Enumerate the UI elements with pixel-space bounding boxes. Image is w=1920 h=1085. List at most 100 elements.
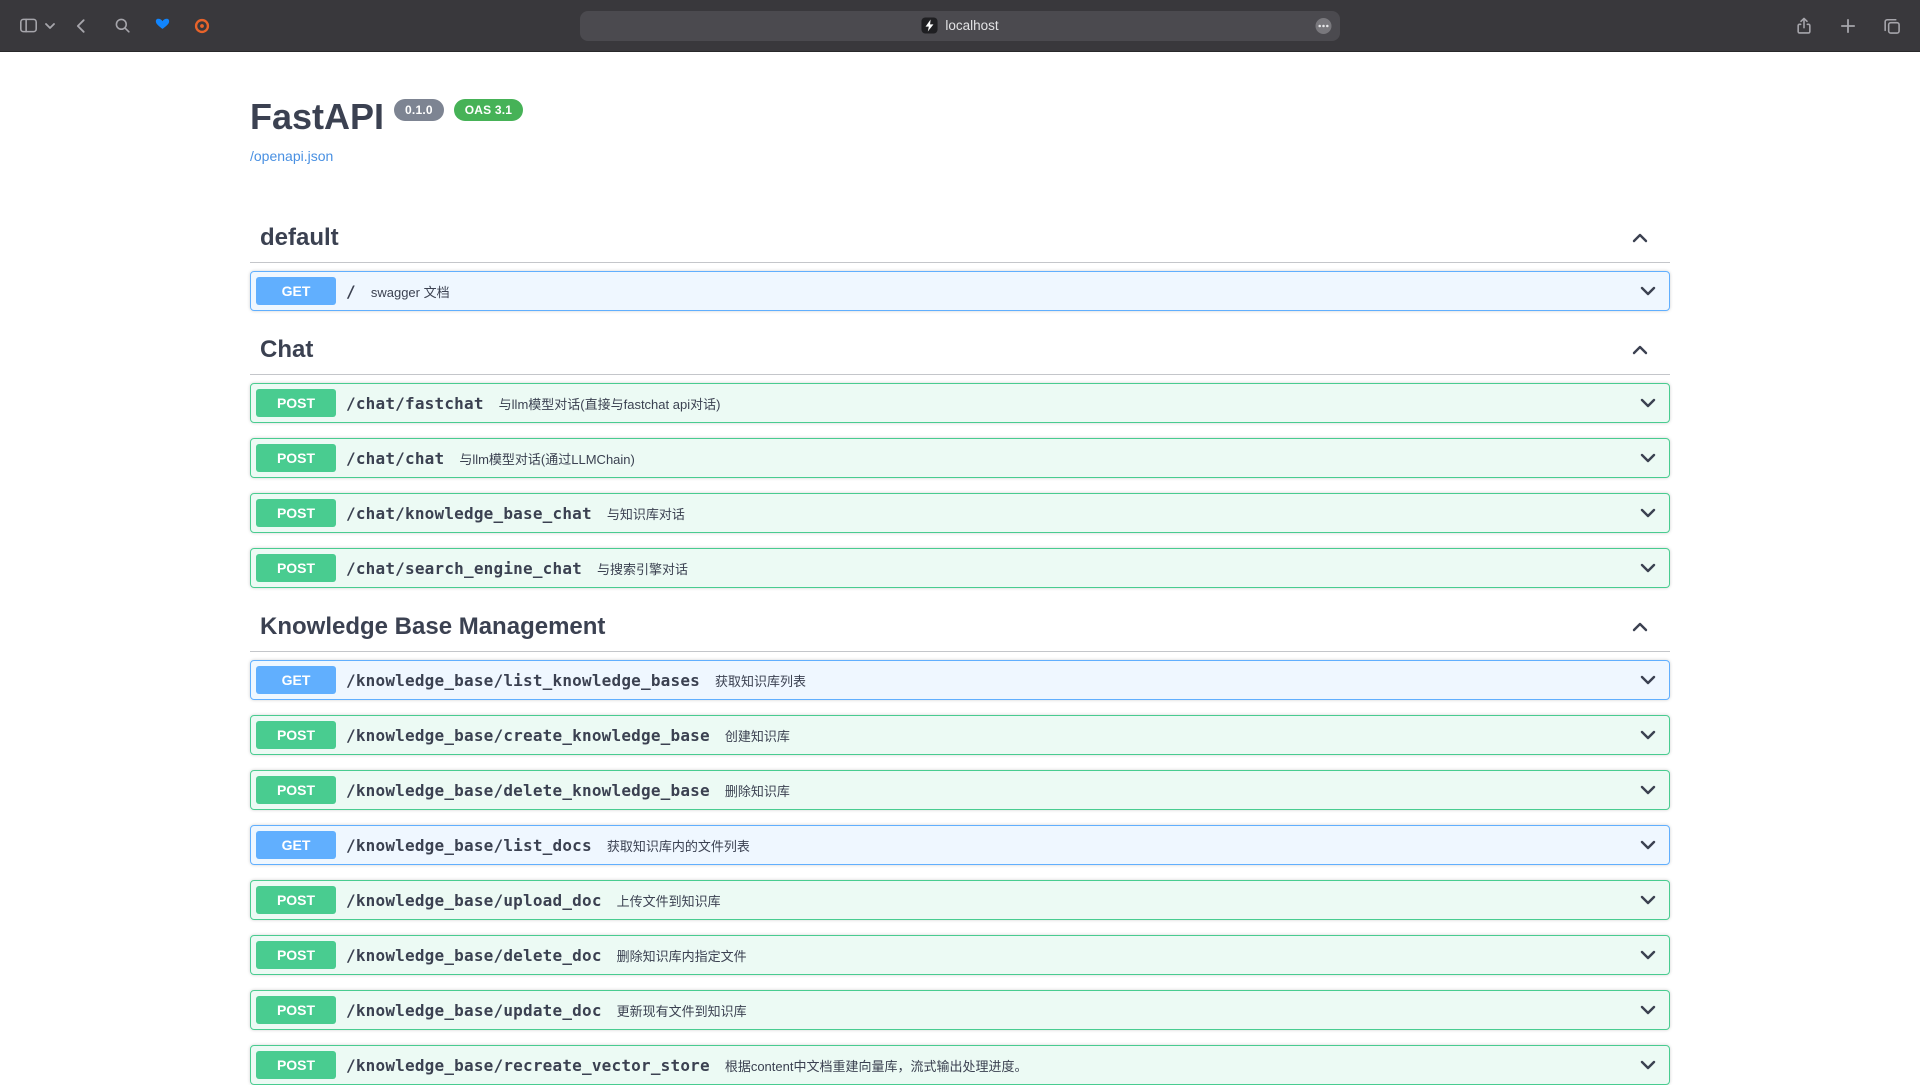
operation-path: /knowledge_base/delete_doc [336,946,612,965]
sections-container: default GET/swagger 文档 Chat POST/chat/fastc… [250,214,1670,1085]
search-icon[interactable] [108,12,136,40]
expand-operation-icon[interactable] [1638,835,1658,855]
method-badge: POST [256,444,336,472]
collapse-section-icon[interactable] [1630,617,1650,637]
section-title: Chat [260,336,1630,364]
operation-summary: 获取知识库列表 [710,671,1638,690]
method-badge: GET [256,277,336,305]
operation-summary: 删除知识库内指定文件 [612,946,1638,965]
section-header-chat[interactable]: Chat [250,326,1670,375]
method-badge: POST [256,1051,336,1079]
method-badge: GET [256,831,336,859]
operation-path: /knowledge_base/list_knowledge_bases [336,671,710,690]
operation-summary: 获取知识库内的文件列表 [602,836,1638,855]
expand-operation-icon[interactable] [1638,725,1658,745]
url-text: localhost [945,18,998,33]
section-title: default [260,224,1630,252]
operation-summary: 根据content中文档重建向量库，流式输出处理进度。 [720,1056,1638,1075]
expand-operation-icon[interactable] [1638,890,1658,910]
version-badge: 0.1.0 [394,99,444,121]
operation-summary: 与llm模型对话(通过LLMChain) [454,449,1638,468]
operation-summary: 上传文件到知识库 [612,891,1638,910]
operation-row-postchat-fastchat[interactable]: POST/chat/fastchat与llm模型对话(直接与fastchat a… [250,383,1670,423]
expand-operation-icon[interactable] [1638,780,1658,800]
operation-path: /chat/search_engine_chat [336,559,592,578]
operations-list: POST/chat/fastchat与llm模型对话(直接与fastchat a… [250,375,1670,588]
method-badge: POST [256,554,336,582]
method-badge: POST [256,499,336,527]
operation-row-postchat-chat[interactable]: POST/chat/chat与llm模型对话(通过LLMChain) [250,438,1670,478]
api-title-text: FastAPI [250,96,384,138]
method-badge: POST [256,389,336,417]
fastapi-favicon-icon [921,17,938,34]
operation-row-postknowledge-base-update-doc[interactable]: POST/knowledge_base/update_doc更新现有文件到知识库 [250,990,1670,1030]
expand-operation-icon[interactable] [1638,945,1658,965]
back-icon[interactable] [68,12,96,40]
page-title: FastAPI 0.1.0 OAS 3.1 [250,96,1670,138]
section-header-default[interactable]: default [250,214,1670,263]
operation-row-postchat-knowledge-base-chat[interactable]: POST/chat/knowledge_base_chat与知识库对话 [250,493,1670,533]
api-info: FastAPI 0.1.0 OAS 3.1 /openapi.json [250,96,1670,166]
expand-operation-icon[interactable] [1638,1000,1658,1020]
operation-row-postknowledge-base-delete-doc[interactable]: POST/knowledge_base/delete_doc删除知识库内指定文件 [250,935,1670,975]
expand-operation-icon[interactable] [1638,558,1658,578]
operation-row-postknowledge-base-upload-doc[interactable]: POST/knowledge_base/upload_doc上传文件到知识库 [250,880,1670,920]
api-tag-section-chat: Chat POST/chat/fastchat与llm模型对话(直接与fastch… [250,326,1670,588]
expand-operation-icon[interactable] [1638,281,1658,301]
chevron-down-icon[interactable] [44,12,56,40]
expand-operation-icon[interactable] [1638,393,1658,413]
operation-summary: 创建知识库 [720,726,1638,745]
operation-path: /chat/fastchat [336,394,494,413]
operation-path: /knowledge_base/list_docs [336,836,602,855]
operation-row-postknowledge-base-recreate-vector-store[interactable]: POST/knowledge_base/recreate_vector_stor… [250,1045,1670,1085]
operation-path: /knowledge_base/recreate_vector_store [336,1056,720,1075]
new-tab-icon[interactable] [1834,12,1862,40]
openapi-json-link[interactable]: /openapi.json [250,148,333,164]
operation-row-postknowledge-base-create-knowledge-base[interactable]: POST/knowledge_base/create_knowledge_bas… [250,715,1670,755]
operation-row-get[interactable]: GET/swagger 文档 [250,271,1670,311]
collapse-section-icon[interactable] [1630,228,1650,248]
operations-list: GET/swagger 文档 [250,263,1670,311]
page-settings-icon[interactable] [1315,17,1332,34]
operation-summary: swagger 文档 [366,282,1638,301]
operation-path: /knowledge_base/create_knowledge_base [336,726,720,745]
operation-path: /chat/knowledge_base_chat [336,504,602,523]
tab-overview-icon[interactable] [1878,12,1906,40]
operations-list: GET/knowledge_base/list_knowledge_bases获… [250,652,1670,1085]
sidebar-toggle-icon[interactable] [14,12,42,40]
api-tag-section-knowledge-base-management: Knowledge Base Management GET/knowledge_b… [250,603,1670,1085]
section-header-knowledge-base-management[interactable]: Knowledge Base Management [250,603,1670,652]
method-badge: GET [256,666,336,694]
operation-row-getknowledge-base-list-docs[interactable]: GET/knowledge_base/list_docs获取知识库内的文件列表 [250,825,1670,865]
expand-operation-icon[interactable] [1638,670,1658,690]
bluesky-app-icon[interactable] [148,12,176,40]
operation-row-postknowledge-base-delete-knowledge-base[interactable]: POST/knowledge_base/delete_knowledge_bas… [250,770,1670,810]
operation-row-postchat-search-engine-chat[interactable]: POST/chat/search_engine_chat与搜索引擎对话 [250,548,1670,588]
swagger-ui-page: FastAPI 0.1.0 OAS 3.1 /openapi.json defa… [230,96,1690,1085]
method-badge: POST [256,941,336,969]
oas-badge: OAS 3.1 [454,99,523,121]
operation-summary: 与搜索引擎对话 [592,559,1638,578]
expand-operation-icon[interactable] [1638,503,1658,523]
toolbar-left-group [14,12,216,40]
record-app-icon[interactable] [188,12,216,40]
operation-path: /chat/chat [336,449,454,468]
operation-row-getknowledge-base-list-knowledge-bases[interactable]: GET/knowledge_base/list_knowledge_bases获… [250,660,1670,700]
expand-operation-icon[interactable] [1638,448,1658,468]
operation-path: /knowledge_base/upload_doc [336,891,612,910]
method-badge: POST [256,886,336,914]
operation-summary: 删除知识库 [720,781,1638,800]
method-badge: POST [256,776,336,804]
method-badge: POST [256,996,336,1024]
collapse-section-icon[interactable] [1630,340,1650,360]
api-tag-section-default: default GET/swagger 文档 [250,214,1670,311]
address-bar[interactable]: localhost [580,11,1340,41]
operation-summary: 与llm模型对话(直接与fastchat api对话) [494,394,1638,413]
share-icon[interactable] [1790,12,1818,40]
method-badge: POST [256,721,336,749]
browser-toolbar: localhost [0,0,1920,52]
operation-path: /knowledge_base/delete_knowledge_base [336,781,720,800]
operation-summary: 与知识库对话 [602,504,1638,523]
expand-operation-icon[interactable] [1638,1055,1658,1075]
operation-path: /knowledge_base/update_doc [336,1001,612,1020]
